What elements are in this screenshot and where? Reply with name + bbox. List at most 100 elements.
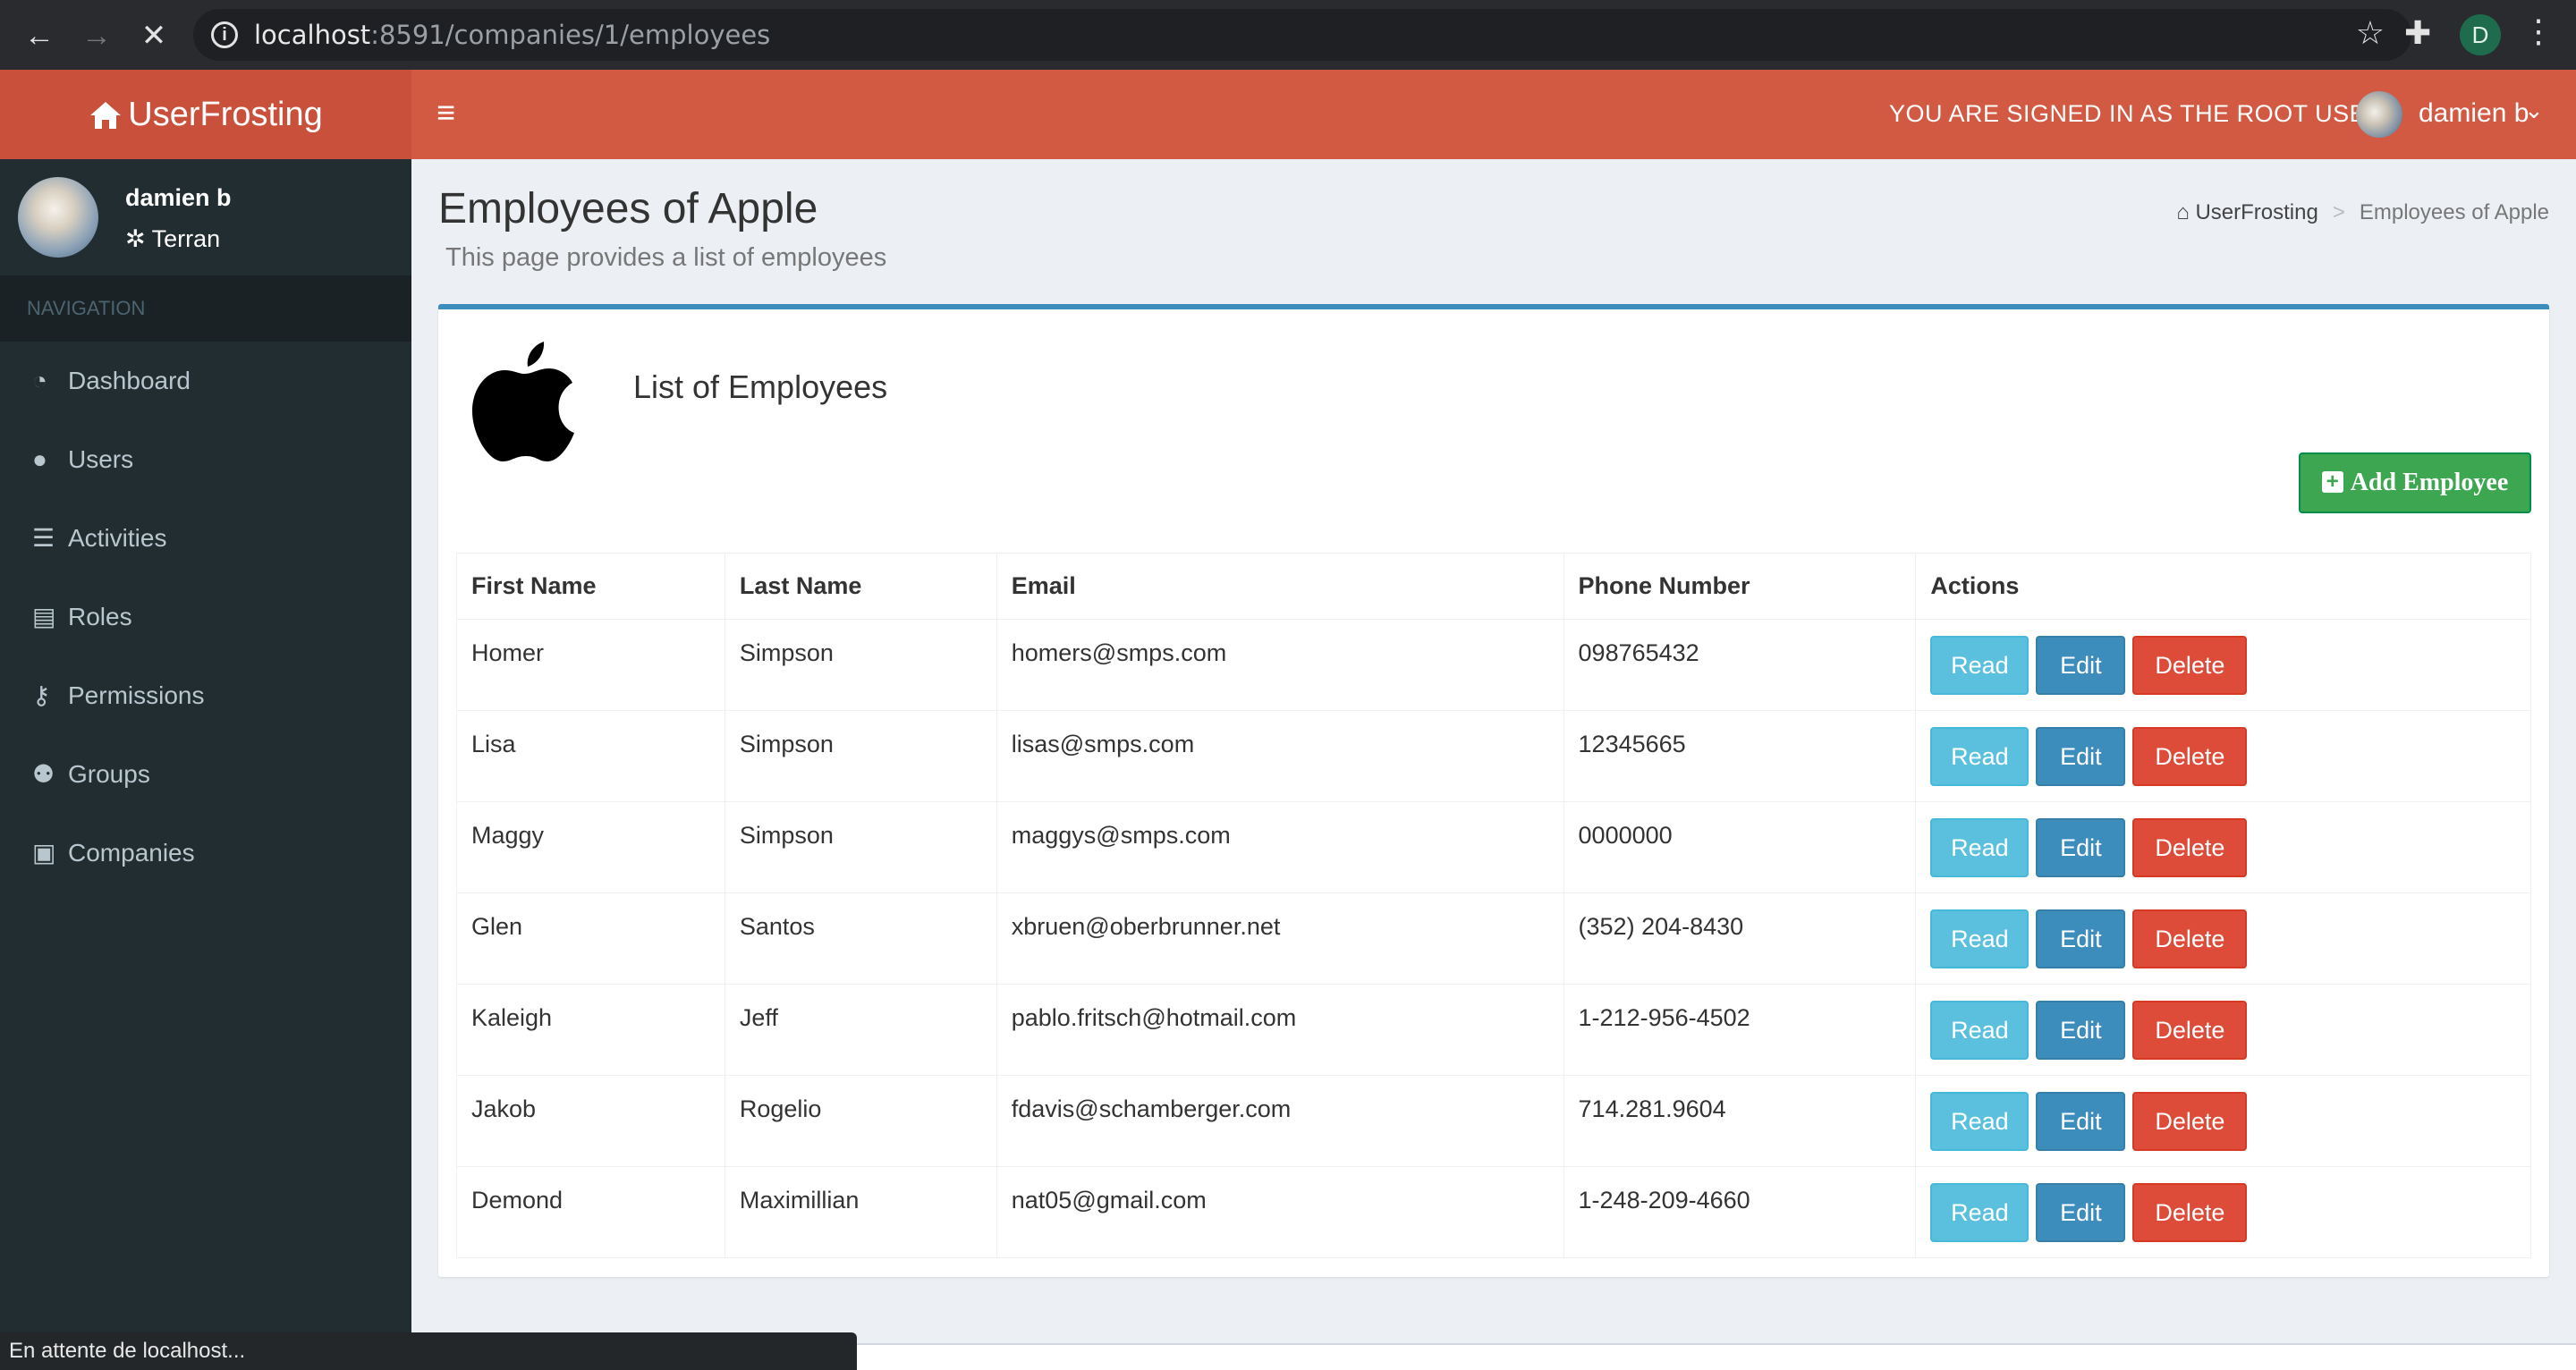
cell-email: nat05@gmail.com xyxy=(996,1166,1564,1258)
user-menu-name[interactable]: damien b xyxy=(2419,98,2529,129)
id-card-icon: ▤ xyxy=(32,603,56,630)
column-header-last-name[interactable]: Last Name xyxy=(724,553,997,620)
cell-first-name: Kaleigh xyxy=(456,984,725,1076)
edit-button[interactable]: Edit xyxy=(2036,726,2126,786)
delete-button[interactable]: Delete xyxy=(2132,817,2248,877)
dashboard-icon: ◔ xyxy=(32,367,47,394)
edit-button[interactable]: Edit xyxy=(2036,909,2126,968)
chevron-down-icon[interactable]: ⌄ xyxy=(2524,97,2544,124)
column-header-phone[interactable]: Phone Number xyxy=(1563,553,1917,620)
cell-phone: 714.281.9604 xyxy=(1563,1075,1917,1167)
add-employee-label: Add Employee xyxy=(2350,469,2509,496)
cell-last-name: Rogelio xyxy=(724,1075,997,1167)
cell-last-name: Santos xyxy=(724,892,997,985)
read-button[interactable]: Read xyxy=(1930,909,2029,968)
cell-first-name: Maggy xyxy=(456,801,725,893)
sidebar-item-dashboard[interactable]: ◔ Dashboard xyxy=(0,342,411,420)
table-row: Kaleigh Jeff pablo.fritsch@hotmail.com 1-21… xyxy=(456,984,2531,1076)
briefcase-icon: ▣ xyxy=(32,839,56,867)
table-row: Jakob Rogelio fdavis@schamberger.com 714.28… xyxy=(456,1075,2531,1167)
key-icon: ⚷ xyxy=(32,681,51,709)
add-employee-button[interactable]: + Add Employee xyxy=(2299,452,2531,513)
delete-button[interactable]: Delete xyxy=(2132,1182,2248,1242)
cell-email: fdavis@schamberger.com xyxy=(996,1075,1564,1167)
brand-logo[interactable]: UserFrosting xyxy=(0,70,411,159)
read-button[interactable]: Read xyxy=(1930,1091,2029,1151)
page-footer xyxy=(857,1343,2576,1370)
breadcrumb-home[interactable]: ⌂ UserFrosting xyxy=(2176,200,2318,224)
read-button[interactable]: Read xyxy=(1930,1182,2029,1242)
breadcrumb-separator: > xyxy=(2332,200,2345,224)
edit-button[interactable]: Edit xyxy=(2036,817,2126,877)
list-title: List of Employees xyxy=(633,368,888,405)
browser-menu-icon[interactable]: ⋮ xyxy=(2522,13,2555,50)
delete-button[interactable]: Delete xyxy=(2132,1000,2248,1060)
cell-email: lisas@smps.com xyxy=(996,710,1564,802)
sidebar-item-label: Permissions xyxy=(68,681,205,709)
url-host: localhost xyxy=(254,20,371,50)
column-header-first-name[interactable]: First Name xyxy=(456,553,725,620)
browser-toolbar: ← → ✕ i localhost:8591/companies/1/emplo… xyxy=(0,0,2576,70)
url-path: :8591/companies/1/employees xyxy=(370,20,771,50)
delete-button[interactable]: Delete xyxy=(2132,1091,2248,1151)
read-button[interactable]: Read xyxy=(1930,635,2029,695)
table-row: Glen Santos xbruen@oberbrunner.net (352) 20… xyxy=(456,892,2531,985)
browser-profile-avatar[interactable]: D xyxy=(2460,14,2501,55)
browser-status-bar: En attente de localhost... xyxy=(0,1332,857,1370)
edit-button[interactable]: Edit xyxy=(2036,1182,2126,1242)
cell-last-name: Jeff xyxy=(724,984,997,1076)
bookmark-star-icon[interactable]: ☆ xyxy=(2356,14,2385,52)
brand-text: UserFrosting xyxy=(128,96,323,133)
extensions-puzzle-icon[interactable]: ✚ xyxy=(2404,14,2431,52)
sidebar-user-role-text: Terran xyxy=(151,225,221,252)
sidebar-item-permissions[interactable]: ⚷ Permissions xyxy=(0,656,411,735)
spider-icon: ✲ xyxy=(125,225,152,252)
sidebar-item-roles[interactable]: ▤ Roles xyxy=(0,578,411,656)
stop-loading-icon[interactable]: ✕ xyxy=(134,16,174,55)
cell-phone: 12345665 xyxy=(1563,710,1917,802)
home-icon xyxy=(90,102,122,129)
sidebar-user-panel: damien b ✲ Terran xyxy=(0,159,411,275)
edit-button[interactable]: Edit xyxy=(2036,635,2126,695)
sidebar: damien b ✲ Terran NAVIGATION ◔ Dashboard … xyxy=(0,159,411,1332)
employees-table: First Name Last Name Email Phone Number … xyxy=(456,553,2531,1258)
edit-button[interactable]: Edit xyxy=(2036,1091,2126,1151)
back-icon[interactable]: ← xyxy=(20,16,59,55)
plus-square-icon: + xyxy=(2321,471,2343,493)
column-header-email[interactable]: Email xyxy=(996,553,1564,620)
address-bar[interactable]: i localhost:8591/companies/1/employees ☆ xyxy=(193,9,2411,61)
read-button[interactable]: Read xyxy=(1930,726,2029,786)
breadcrumb-home-label: UserFrosting xyxy=(2195,200,2318,224)
cell-phone: 0000000 xyxy=(1563,801,1917,893)
page-subtitle: This page provides a list of employees xyxy=(445,243,887,272)
site-info-icon[interactable]: i xyxy=(211,21,238,48)
cell-last-name: Simpson xyxy=(724,619,997,711)
table-row: Homer Simpson homers@smps.com 098765432 Read… xyxy=(456,619,2531,711)
sidebar-item-label: Groups xyxy=(68,760,150,788)
avatar[interactable] xyxy=(2356,91,2402,138)
sidebar-item-label: Roles xyxy=(68,603,132,630)
cell-last-name: Maximillian xyxy=(724,1166,997,1258)
delete-button[interactable]: Delete xyxy=(2132,726,2248,786)
sidebar-user-name: damien b xyxy=(125,184,232,211)
cell-email: homers@smps.com xyxy=(996,619,1564,711)
sidebar-item-groups[interactable]: ⚉ Groups xyxy=(0,735,411,814)
sidebar-item-companies[interactable]: ▣ Companies xyxy=(0,814,411,892)
employees-box: List of Employees + Add Employee First Na… xyxy=(438,304,2549,1277)
sidebar-toggle-icon[interactable]: ≡ xyxy=(436,95,455,131)
delete-button[interactable]: Delete xyxy=(2132,635,2248,695)
breadcrumb: ⌂ UserFrosting > Employees of Apple xyxy=(2176,200,2549,225)
sidebar-item-label: Dashboard xyxy=(68,367,191,394)
sidebar-item-label: Companies xyxy=(68,839,195,867)
forward-icon[interactable]: → xyxy=(77,16,116,55)
read-button[interactable]: Read xyxy=(1930,1000,2029,1060)
sidebar-item-users[interactable]: ● Users xyxy=(0,420,411,499)
sidebar-item-activities[interactable]: ☰ Activities xyxy=(0,499,411,578)
cell-actions: Read Edit Delete xyxy=(1915,710,2531,802)
cell-phone: (352) 204-8430 xyxy=(1563,892,1917,985)
delete-button[interactable]: Delete xyxy=(2132,909,2248,968)
column-header-actions: Actions xyxy=(1915,553,2531,620)
edit-button[interactable]: Edit xyxy=(2036,1000,2126,1060)
url-text[interactable]: localhost:8591/companies/1/employees xyxy=(254,20,770,50)
read-button[interactable]: Read xyxy=(1930,817,2029,877)
